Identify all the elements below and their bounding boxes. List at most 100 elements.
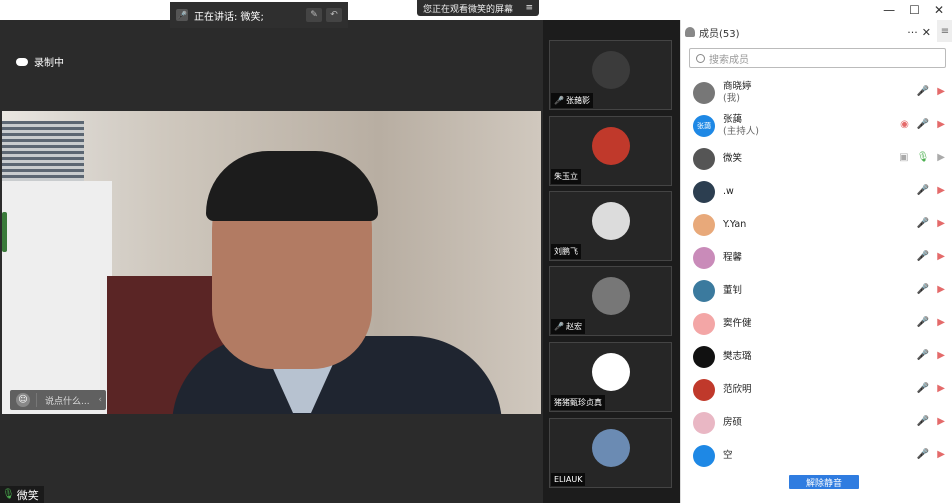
member-status-icons: 🎤 ▶ xyxy=(917,284,945,295)
close-window-button[interactable]: ✕ xyxy=(934,3,944,17)
member-status-icons: 🎤 ▶ xyxy=(917,383,945,394)
member-role: (主持人) xyxy=(723,125,759,137)
participant-name-tag: 刘鹏飞 xyxy=(551,244,581,259)
camera-off-icon[interactable]: ▶ xyxy=(937,119,945,130)
member-name-block: 空 xyxy=(723,450,733,462)
menu-icon[interactable]: ≡ xyxy=(525,3,533,13)
member-row[interactable]: 空 🎤 ▶ xyxy=(681,439,952,472)
member-row[interactable]: 窦仵健 🎤 ▶ xyxy=(681,307,952,340)
member-status-icons: 🎤 ▶ xyxy=(917,449,945,460)
recording-indicator: 录制中 xyxy=(16,54,64,69)
participant-tile[interactable]: 猪猪甄珍贞真 xyxy=(549,342,672,412)
camera-off-icon[interactable]: ▶ xyxy=(937,185,945,196)
mic-muted-icon[interactable]: 🎤 xyxy=(917,317,929,328)
collapse-icon[interactable]: ‹ xyxy=(98,395,102,405)
camera-off-icon[interactable]: ▶ xyxy=(937,317,945,328)
camera-off-icon[interactable]: ▶ xyxy=(937,86,945,97)
undo-icon[interactable]: ↶ xyxy=(326,8,342,22)
mic-muted-icon[interactable]: 🎤 xyxy=(917,251,929,262)
member-row[interactable]: 房硕 🎤 ▶ xyxy=(681,406,952,439)
mic-muted-icon[interactable]: 🎤 xyxy=(917,218,929,229)
member-status-icons: 🎤 ▶ xyxy=(917,350,945,361)
member-name-block: 董钊 xyxy=(723,285,742,297)
chat-input[interactable]: ☺ 说点什么... ‹ xyxy=(10,390,106,410)
mic-muted-icon[interactable]: 🎤 xyxy=(917,284,929,295)
camera-off-icon[interactable]: ▶ xyxy=(937,284,945,295)
participant-name: ELIAUK xyxy=(554,475,583,484)
mic-muted-icon[interactable]: 🎤 xyxy=(917,119,929,130)
member-name-block: 房硕 xyxy=(723,417,742,429)
member-row[interactable]: Y.Yan 🎤 ▶ xyxy=(681,208,952,241)
camera-off-icon[interactable]: ▶ xyxy=(937,416,945,427)
camera-off-icon[interactable]: ▶ xyxy=(937,350,945,361)
member-name: 空 xyxy=(723,449,733,461)
participant-name: 朱玉立 xyxy=(554,172,578,181)
mic-muted-icon[interactable]: 🎤 xyxy=(917,86,929,97)
member-row[interactable]: 范欣明 🎤 ▶ xyxy=(681,373,952,406)
mic-muted-icon[interactable]: 🎤 xyxy=(917,185,929,196)
window-controls: — ☐ ✕ xyxy=(680,0,952,20)
mic-muted-icon[interactable]: 🎤 xyxy=(917,449,929,460)
participant-avatar xyxy=(592,353,630,391)
camera-off-icon[interactable]: ▶ xyxy=(937,383,945,394)
participant-name-tag: 🎤 张藹影 xyxy=(551,93,593,108)
member-name-block: 微笑 xyxy=(723,153,742,165)
minimize-button[interactable]: — xyxy=(883,3,895,17)
member-avatar xyxy=(693,180,715,203)
mic-on-icon[interactable]: 🎙 xyxy=(917,152,930,163)
member-avatar xyxy=(693,246,715,269)
member-avatar xyxy=(693,378,715,401)
eye-icon[interactable]: ◉ xyxy=(900,119,909,130)
member-name: 微笑 xyxy=(723,152,743,164)
participant-tile[interactable]: 朱玉立 xyxy=(549,116,672,186)
member-search-input[interactable]: 搜索成员 xyxy=(689,48,946,68)
screen-share-banner[interactable]: 您正在观看微笑的屏幕 ≡ xyxy=(417,0,539,16)
member-name-block: 张藹 (主持人) xyxy=(723,114,759,138)
unmute-all-button[interactable]: 解除静音 xyxy=(789,475,859,489)
member-status-icons: ▣ 🎙 ▶ xyxy=(899,152,945,163)
search-placeholder: 搜索成员 xyxy=(709,54,749,66)
volume-indicator xyxy=(2,212,7,252)
annotation-tools[interactable]: ✎ ↶ xyxy=(306,8,342,22)
member-name: 张藹 xyxy=(723,113,743,125)
member-row[interactable]: .w 🎤 ▶ xyxy=(681,175,952,208)
camera-off-icon[interactable]: ▶ xyxy=(937,449,945,460)
emoji-icon[interactable]: ☺ xyxy=(16,393,30,407)
member-name: Y.Yan xyxy=(723,218,747,230)
member-name-block: 范欣明 xyxy=(723,384,752,396)
speaking-indicator: 🎤 正在讲话: 微笑; ✎ ↶ xyxy=(170,2,348,28)
pen-icon[interactable]: ✎ xyxy=(306,8,322,22)
mic-muted-icon[interactable]: 🎤 xyxy=(917,416,929,427)
panel-menu-button[interactable]: ≡ xyxy=(937,20,952,42)
participant-tile[interactable]: 🎤 张藹影 xyxy=(549,40,672,110)
member-avatar xyxy=(693,213,715,236)
member-status-icons: 🎤 ▶ xyxy=(917,86,945,97)
mic-muted-icon[interactable]: 🎤 xyxy=(917,350,929,361)
member-row[interactable]: 程馨 🎤 ▶ xyxy=(681,241,952,274)
participant-name-tag: ELIAUK xyxy=(551,473,586,486)
mic-icon: 🎤 xyxy=(176,9,188,21)
participant-tile[interactable]: ELIAUK xyxy=(549,418,672,488)
speaking-label: 正在讲话: 微笑; xyxy=(194,11,264,23)
more-button[interactable]: ··· xyxy=(907,26,918,39)
participant-name-tag: 猪猪甄珍贞真 xyxy=(551,395,605,410)
member-name: 范欣明 xyxy=(723,383,752,395)
participant-name: 刘鹏飞 xyxy=(554,247,578,256)
member-status-icons: 🎤 ▶ xyxy=(917,251,945,262)
camera-off-icon[interactable]: ▶ xyxy=(937,218,945,229)
member-status-icons: 🎤 ▶ xyxy=(917,317,945,328)
member-name-block: 樊志璐 xyxy=(723,351,752,363)
maximize-button[interactable]: ☐ xyxy=(909,3,920,17)
member-row[interactable]: 樊志璐 🎤 ▶ xyxy=(681,340,952,373)
camera-off-icon[interactable]: ▶ xyxy=(937,152,945,163)
member-row[interactable]: 董钊 🎤 ▶ xyxy=(681,274,952,307)
mic-muted-icon[interactable]: 🎤 xyxy=(917,383,929,394)
member-row[interactable]: 微笑 ▣ 🎙 ▶ xyxy=(681,142,952,175)
member-row[interactable]: 商晓婷 (我) 🎤 ▶ xyxy=(681,76,952,109)
close-panel-button[interactable]: ✕ xyxy=(922,26,931,39)
member-avatar xyxy=(693,279,715,302)
camera-off-icon[interactable]: ▶ xyxy=(937,251,945,262)
participant-tile[interactable]: 🎤 赵宏 xyxy=(549,266,672,336)
member-row[interactable]: 张藹 张藹 (主持人) ◉ 🎤 ▶ xyxy=(681,109,952,142)
participant-tile[interactable]: 刘鹏飞 xyxy=(549,191,672,261)
